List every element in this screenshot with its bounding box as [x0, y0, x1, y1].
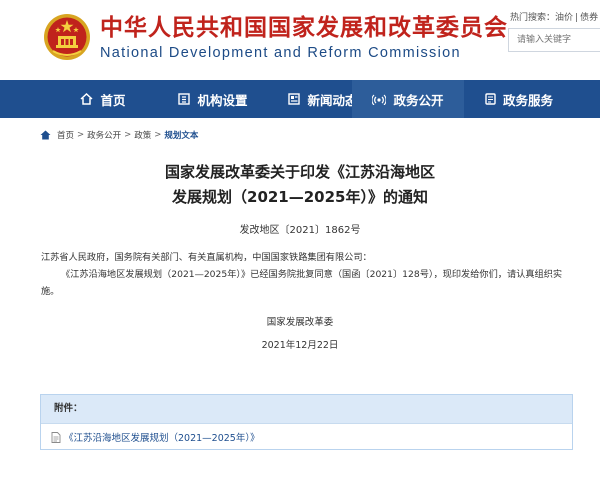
breadcrumb-home[interactable]: 首页	[57, 129, 74, 141]
nav-item-label: 政务公开	[393, 92, 444, 108]
nav-item-government-services[interactable]: 政务服务	[464, 80, 574, 118]
file-icon	[51, 431, 61, 443]
attachment-link[interactable]: 《江苏沿海地区发展规划（2021—2025年）》	[41, 424, 572, 450]
attachment-box: 附件： 《江苏沿海地区发展规划（2021—2025年）》	[40, 394, 573, 450]
main-nav: 首页 机构设置 新闻动态 政务公开 政务服务	[0, 80, 600, 118]
broadcast-icon	[372, 94, 387, 105]
nav-item-label: 政务服务	[502, 92, 553, 108]
building-icon	[178, 93, 191, 105]
site-title-en: National Development and Reform Commissi…	[100, 45, 461, 61]
breadcrumb-government-affairs[interactable]: 政务公开	[87, 129, 121, 141]
nav-item-label: 机构设置	[197, 92, 248, 108]
nav-item-label: 新闻动态	[307, 92, 358, 108]
article-title-line: 发展规划（2021—2025年）》的通知	[172, 188, 428, 206]
article-paragraph: 《江苏沿海地区发展规划（2021—2025年）》已经国务院批复同意（国函〔202…	[41, 269, 563, 297]
article-title-line: 国家发展改革委关于印发《江苏沿海地区	[164, 163, 435, 181]
national-emblem-icon	[44, 14, 90, 60]
site-title-cn: 中华人民共和国国家发展和改革委员会	[100, 15, 508, 41]
home-icon	[40, 130, 51, 140]
breadcrumb-planning-text[interactable]: 规划文本	[164, 129, 198, 141]
article-signer: 国家发展改革委	[266, 317, 334, 328]
nav-item-government-affairs[interactable]: 政务公开	[352, 80, 464, 118]
site-header: 中华人民共和国国家发展和改革委员会 National Development a…	[0, 0, 600, 80]
nav-item-label: 首页	[100, 92, 126, 108]
news-icon	[288, 93, 301, 105]
attachment-heading: 附件：	[41, 395, 572, 424]
search-input[interactable]	[508, 28, 600, 52]
hot-search: 热门搜索：油价 | 债券	[510, 10, 598, 23]
breadcrumb-separator: >	[77, 130, 85, 140]
nav-item-home[interactable]: 首页	[48, 80, 158, 118]
article-title: 国家发展改革委关于印发《江苏沿海地区 发展规划（2021—2025年）》的通知	[0, 160, 600, 210]
breadcrumb-separator: >	[124, 130, 132, 140]
nav-item-organization[interactable]: 机构设置	[158, 80, 268, 118]
hot-search-item[interactable]: 油价	[555, 13, 573, 23]
hot-search-separator: |	[575, 13, 579, 23]
breadcrumb-policy[interactable]: 政策	[134, 129, 151, 141]
home-icon	[80, 93, 93, 105]
attachment-file-name: 《江苏沿海地区发展规划（2021—2025年）》	[64, 433, 260, 444]
breadcrumb-separator: >	[154, 130, 162, 140]
hot-search-label: 热门搜索：	[510, 13, 556, 23]
article-date: 2021年12月22日	[261, 340, 339, 351]
article-paragraph: 江苏省人民政府，国务院有关部门、有关直属机构，中国国家铁路集团有限公司：	[41, 252, 372, 263]
document-number: 发改地区〔2021〕1862号	[239, 225, 361, 236]
document-icon	[485, 93, 496, 105]
breadcrumb: 首页 > 政务公开 > 政策 > 规划文本	[40, 129, 198, 141]
hot-search-item[interactable]: 债券	[580, 13, 598, 23]
